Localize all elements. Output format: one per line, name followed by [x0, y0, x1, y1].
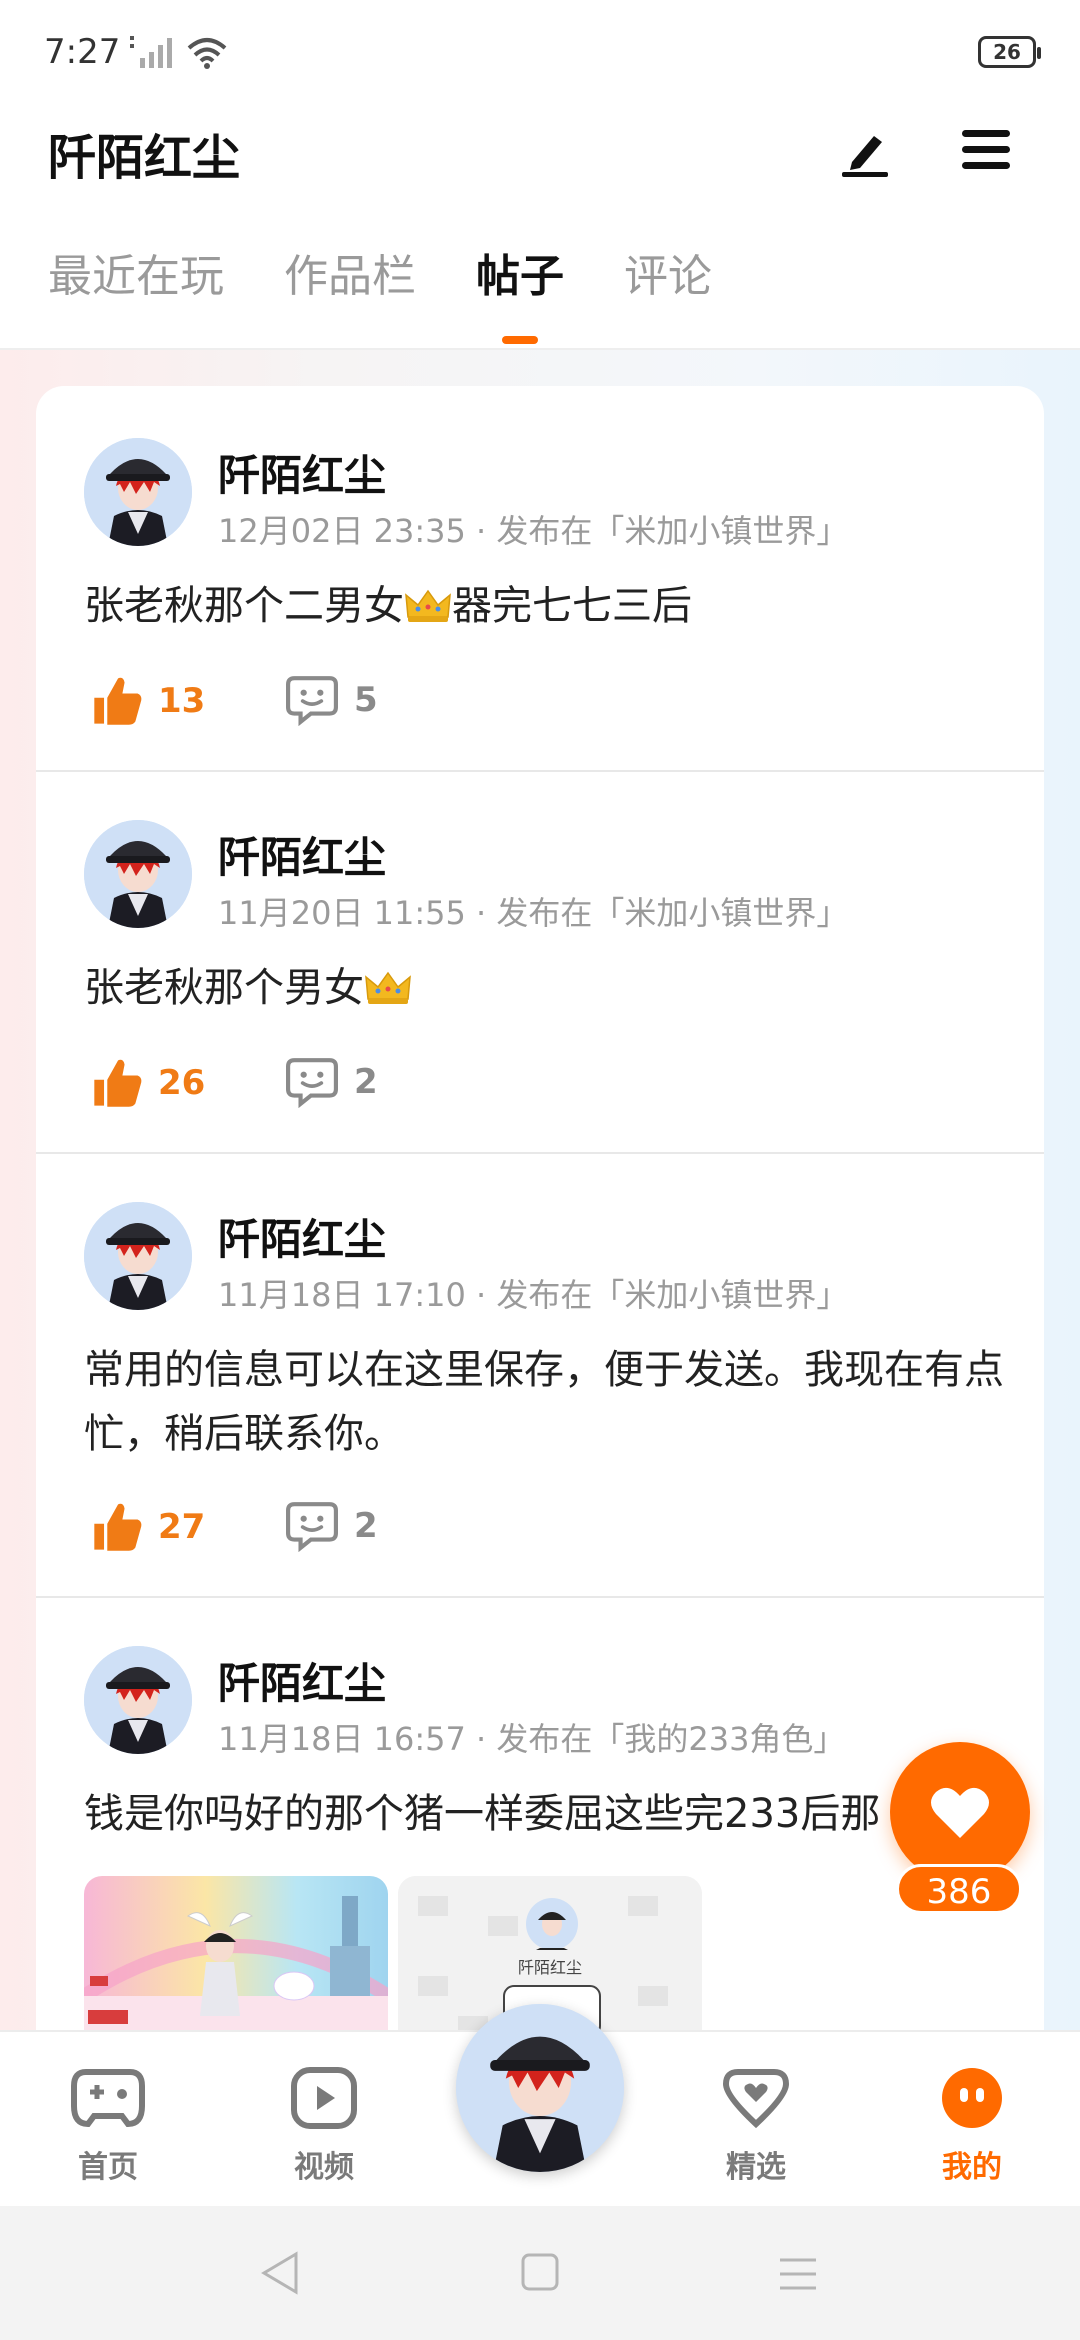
like-button[interactable]: 26 — [90, 1056, 205, 1110]
recent-apps-icon[interactable] — [776, 2256, 820, 2292]
author-avatar[interactable] — [84, 1202, 192, 1310]
post-meta: 12月02日 23:35 · 发布在「米加小镇世界」 — [218, 512, 849, 550]
menu-button[interactable] — [956, 120, 1016, 180]
thumbs-up-icon — [90, 674, 144, 728]
comment-count: 5 — [354, 680, 378, 720]
battery-icon: 26 — [978, 36, 1041, 68]
nav-featured[interactable]: 精选 — [696, 2066, 816, 2186]
post-text: 张老秋那个二男女 器完七七三后 — [84, 574, 1004, 638]
nav-mine-label: 我的 — [942, 2150, 1002, 2185]
back-icon[interactable] — [258, 2250, 302, 2296]
nav-featured-label: 精选 — [726, 2150, 786, 2185]
heart-icon — [931, 1787, 989, 1838]
floating-like-count: 386 — [896, 1864, 1022, 1914]
comment-icon — [286, 1500, 338, 1552]
gamepad-icon — [71, 2069, 145, 2128]
profile-tabs: 最近在玩 作品栏 帖子 评论 — [48, 240, 712, 344]
post-text-a: 张老秋那个男女 — [84, 965, 364, 1011]
like-count: 27 — [158, 1507, 206, 1547]
status-bar: 7:27 26 — [0, 0, 1080, 100]
floating-like-button[interactable] — [890, 1742, 1030, 1882]
home-icon[interactable] — [520, 2252, 560, 2292]
post-meta: 11月20日 11:55 · 发布在「米加小镇世界」 — [218, 894, 849, 932]
post-image[interactable] — [84, 1876, 388, 2036]
post-text-b: 器完七七三后 — [452, 583, 692, 629]
pen-icon — [842, 136, 888, 177]
nav-mine[interactable]: 我的 — [912, 2066, 1032, 2186]
like-button[interactable]: 27 — [90, 1500, 205, 1554]
post-author[interactable]: 阡陌红尘 — [218, 442, 386, 503]
tab-posts-label: 帖子 — [476, 251, 564, 302]
menu-icon — [962, 130, 1010, 169]
author-avatar[interactable] — [84, 820, 192, 928]
tab-posts[interactable]: 帖子 — [476, 240, 564, 344]
comment-count: 2 — [354, 1062, 378, 1102]
user-avatar-icon — [456, 2004, 624, 2172]
thumbs-up-icon — [90, 1056, 144, 1110]
nav-home[interactable]: 首页 — [48, 2066, 168, 2186]
thumb-caption: 阡陌红尘 — [517, 1958, 582, 1977]
nav-video[interactable]: 视频 — [264, 2066, 384, 2186]
profile-header: 阡陌红尘 — [0, 100, 1080, 200]
tab-recent[interactable]: 最近在玩 — [48, 240, 224, 330]
like-count: 13 — [158, 681, 206, 721]
comment-icon — [286, 674, 338, 726]
edit-button[interactable] — [836, 120, 896, 180]
system-nav-bar — [0, 2206, 1080, 2340]
wifi-icon — [187, 38, 227, 69]
like-button[interactable]: 13 — [90, 674, 205, 728]
post-text: 常用的信息可以在这里保存，便于发送。我现在有点忙，稍后联系你。 — [84, 1347, 1004, 1457]
post-author[interactable]: 阡陌红尘 — [218, 1206, 386, 1267]
comment-icon — [286, 1056, 338, 1108]
comment-button[interactable]: 2 — [286, 1056, 378, 1108]
status-time: 7:27 — [44, 32, 121, 72]
nav-home-label: 首页 — [78, 2150, 138, 2185]
post-text-a: 张老秋那个二男女 — [84, 583, 404, 629]
thumbs-up-icon — [90, 1500, 144, 1554]
like-count: 26 — [158, 1063, 206, 1103]
post-meta: 11月18日 16:57 · 发布在「我的233角色」 — [218, 1720, 846, 1758]
post-author[interactable]: 阡陌红尘 — [218, 1650, 386, 1711]
signal-icons — [128, 36, 228, 70]
nav-video-label: 视频 — [294, 2150, 354, 2185]
post-text: 钱是你吗好的那个猪一样委屈这些完233后那 — [84, 1791, 881, 1837]
video-icon — [291, 2067, 357, 2129]
author-avatar[interactable] — [84, 438, 192, 546]
tab-comments[interactable]: 评论 — [624, 240, 712, 330]
comment-count: 2 — [354, 1506, 378, 1546]
author-avatar[interactable] — [84, 1646, 192, 1754]
signal-icon — [130, 36, 172, 68]
post-card[interactable]: 阡陌红尘 11月18日 17:10 · 发布在「米加小镇世界」 常用的信息可以在… — [36, 1154, 1044, 1596]
crown-emoji-icon — [404, 587, 452, 623]
heart-badge-icon — [722, 2069, 790, 2129]
post-author[interactable]: 阡陌红尘 — [218, 824, 386, 885]
game-scene-image — [84, 1876, 388, 2036]
comment-button[interactable]: 5 — [286, 674, 378, 726]
post-text: 张老秋那个男女 — [84, 956, 1004, 1020]
post-card[interactable]: 阡陌红尘 12月02日 23:35 · 发布在「米加小镇世界」 张老秋那个二男女… — [36, 386, 1044, 770]
page-title: 阡陌红尘 — [48, 130, 241, 186]
comment-button[interactable]: 2 — [286, 1500, 378, 1552]
nav-avatar-button[interactable] — [456, 2004, 624, 2172]
smile-face-icon — [942, 2068, 1002, 2128]
post-meta: 11月18日 17:10 · 发布在「米加小镇世界」 — [218, 1276, 849, 1314]
post-card[interactable]: 阡陌红尘 11月20日 11:55 · 发布在「米加小镇世界」 张老秋那个男女 … — [36, 772, 1044, 1152]
tab-indicator — [502, 336, 538, 344]
bottom-nav: 首页 视频 精选 我的 — [0, 2004, 1080, 2206]
crown-emoji-icon — [364, 969, 412, 1005]
tab-works[interactable]: 作品栏 — [284, 240, 416, 330]
